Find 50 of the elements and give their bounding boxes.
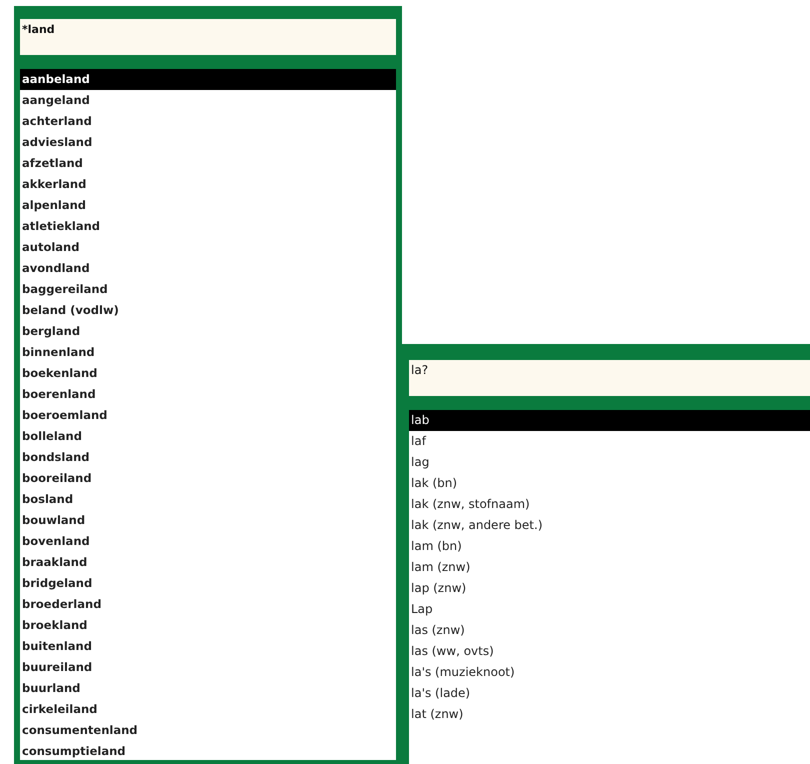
list-item[interactable]: laf: [409, 431, 810, 452]
list-item[interactable]: autoland: [20, 237, 396, 258]
list-item[interactable]: las (znw): [409, 620, 810, 641]
list-item[interactable]: lak (znw, stofnaam): [409, 494, 810, 515]
list-item[interactable]: avondland: [20, 258, 396, 279]
list-item[interactable]: cirkeleiland: [20, 699, 396, 720]
list-item[interactable]: braakland: [20, 552, 396, 573]
list-item[interactable]: aanbeland: [20, 69, 396, 90]
list-item[interactable]: boekenland: [20, 363, 396, 384]
list-item[interactable]: buureiland: [20, 657, 396, 678]
list-item[interactable]: adviesland: [20, 132, 396, 153]
list-item[interactable]: atletiekland: [20, 216, 396, 237]
list-item[interactable]: buurland: [20, 678, 396, 699]
list-item[interactable]: aangeland: [20, 90, 396, 111]
list-item[interactable]: broekland: [20, 615, 396, 636]
list-item[interactable]: akkerland: [20, 174, 396, 195]
list-item[interactable]: consumptieland: [20, 741, 396, 760]
list-item[interactable]: buitenland: [20, 636, 396, 657]
list-item[interactable]: lam (znw): [409, 557, 810, 578]
list-item[interactable]: achterland: [20, 111, 396, 132]
list-item[interactable]: bouwland: [20, 510, 396, 531]
list-item[interactable]: binnenland: [20, 342, 396, 363]
list-item[interactable]: consumentenland: [20, 720, 396, 741]
list-item[interactable]: la's (muzieknoot): [409, 662, 810, 683]
list-item[interactable]: bergland: [20, 321, 396, 342]
list-item[interactable]: boeroemland: [20, 405, 396, 426]
list-item[interactable]: bosland: [20, 489, 396, 510]
list-item[interactable]: afzetland: [20, 153, 396, 174]
list-item[interactable]: boerenland: [20, 384, 396, 405]
list-item[interactable]: baggereiland: [20, 279, 396, 300]
list-item[interactable]: bovenland: [20, 531, 396, 552]
list-item[interactable]: bolleland: [20, 426, 396, 447]
list-item[interactable]: bondsland: [20, 447, 396, 468]
list-item[interactable]: lat (znw): [409, 704, 810, 725]
list-item[interactable]: beland (vodlw): [20, 300, 396, 321]
search-field[interactable]: la?: [409, 360, 810, 396]
list-item[interactable]: lag: [409, 452, 810, 473]
list-item[interactable]: la's (lade): [409, 683, 810, 704]
search-field[interactable]: *land: [20, 19, 396, 55]
list-item[interactable]: bridgeland: [20, 573, 396, 594]
list-item[interactable]: lap (znw): [409, 578, 810, 599]
list-item[interactable]: broederland: [20, 594, 396, 615]
list-item[interactable]: lab: [409, 410, 810, 431]
list-item[interactable]: booreiland: [20, 468, 396, 489]
list-item[interactable]: alpenland: [20, 195, 396, 216]
list-item[interactable]: lak (bn): [409, 473, 810, 494]
list-item[interactable]: Lap: [409, 599, 810, 620]
list-item[interactable]: lam (bn): [409, 536, 810, 557]
list-item[interactable]: lak (znw, andere bet.): [409, 515, 810, 536]
list-item[interactable]: las (ww, ovts): [409, 641, 810, 662]
